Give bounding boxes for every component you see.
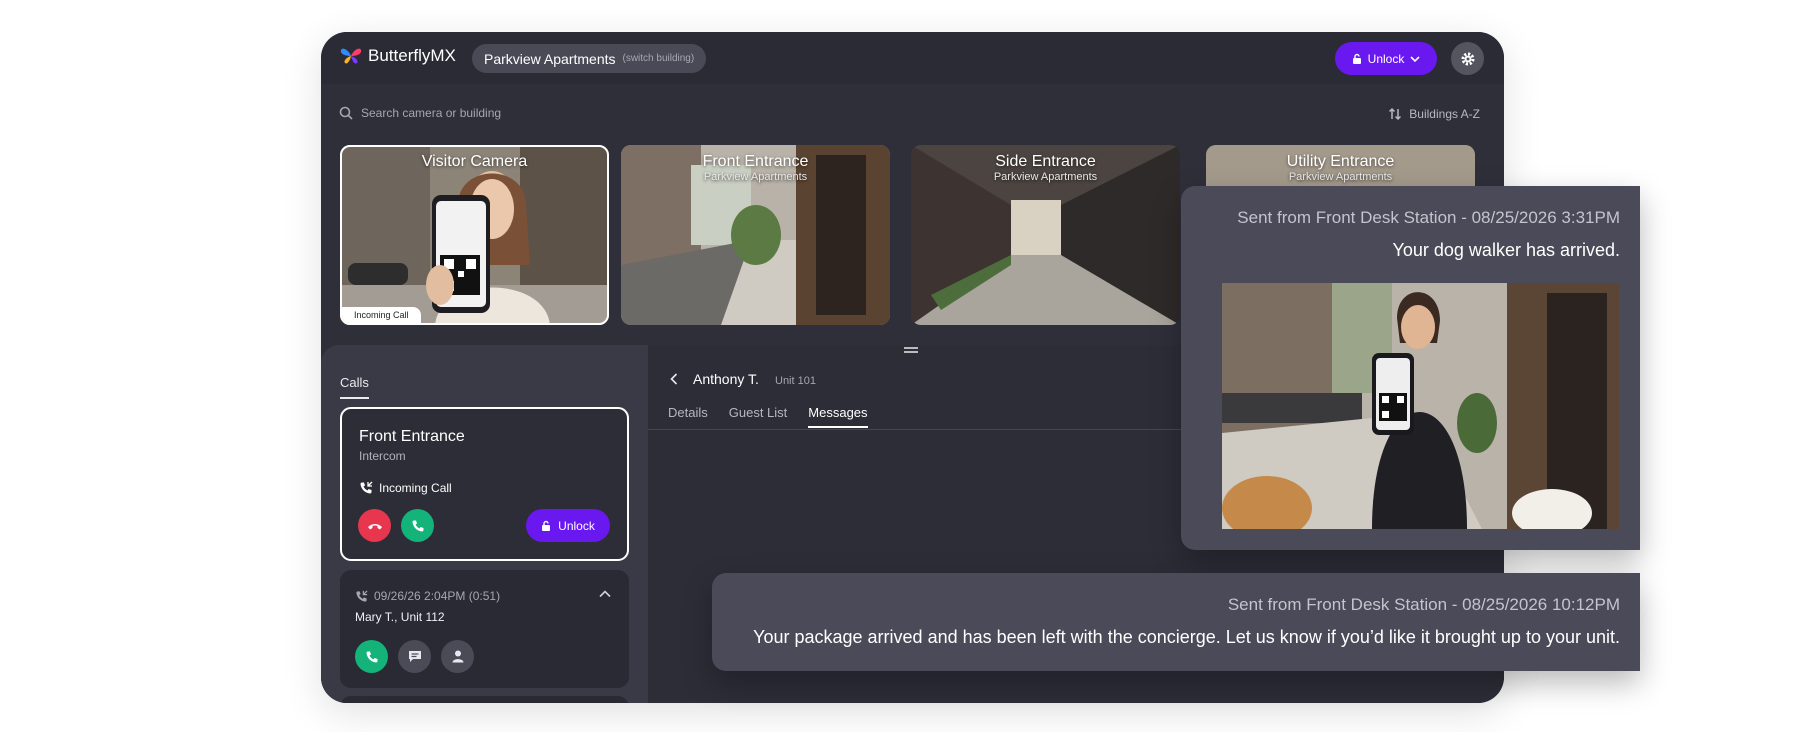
call-status-label: Incoming Call <box>379 481 452 495</box>
camera-search[interactable]: Search camera or building <box>339 106 501 120</box>
call-location: Front Entrance <box>359 428 465 445</box>
phone-incoming-icon <box>356 590 368 602</box>
tab-guest-list[interactable]: Guest List <box>729 405 788 428</box>
unlock-menu-button[interactable]: Unlock <box>1335 42 1437 75</box>
lock-icon <box>542 520 551 531</box>
brand-name: ButterflyMX <box>368 46 456 65</box>
sort-button[interactable]: Buildings A-Z <box>1388 107 1480 121</box>
camera-subtitle: Parkview Apartments <box>993 171 1098 183</box>
incoming-call-badge: Incoming Call <box>342 307 421 323</box>
building-switcher[interactable]: Parkview Apartments (switch building) <box>472 44 707 73</box>
switch-building-label: (switch building) <box>622 53 695 64</box>
settings-button[interactable] <box>1451 42 1484 75</box>
phone-icon <box>366 651 377 662</box>
visitor-camera-feed <box>340 145 609 325</box>
call-history-meta: 09/26/26 2:04PM (0:51) <box>355 589 500 603</box>
conversation-tabs: Details Guest List Messages <box>668 405 868 428</box>
active-call-card[interactable]: Front Entrance Intercom Incoming Call Un… <box>340 407 629 561</box>
call-type: Intercom <box>359 449 406 463</box>
message-button[interactable] <box>398 640 431 673</box>
phone-icon <box>412 520 423 531</box>
lock-icon <box>1352 53 1361 64</box>
building-name: Parkview Apartments <box>484 50 616 67</box>
camera-tile-visitor[interactable]: Visitor Camera Incoming Call <box>340 145 609 325</box>
message-text: Your dog walker has arrived. <box>1392 240 1620 260</box>
call-history-item[interactable] <box>340 696 629 703</box>
unlock-door-button[interactable]: Unlock <box>526 509 610 542</box>
call-history-time: 09/26/26 2:04PM (0:51) <box>374 589 501 603</box>
call-history-caller: Mary T., Unit 112 <box>355 610 445 624</box>
camera-tile-side-entrance[interactable]: Side Entrance Parkview Apartments <box>911 145 1180 325</box>
call-back-button[interactable] <box>355 640 388 673</box>
gear-icon <box>1461 52 1474 65</box>
camera-title: Front Entrance <box>702 153 809 170</box>
message-icon <box>408 651 421 662</box>
chevron-down-icon <box>1410 55 1420 62</box>
resident-name: Anthony T. <box>693 371 759 387</box>
camera-title: Utility Entrance <box>1286 153 1395 170</box>
sort-icon <box>1389 107 1402 121</box>
message-text: Your package arrived and has been left w… <box>753 627 1620 647</box>
message-meta: Sent from Front Desk Station - 08/25/202… <box>1237 208 1620 227</box>
top-bar: ButterflyMX Parkview Apartments (switch … <box>321 32 1504 84</box>
unlock-label: Unlock <box>1367 51 1405 66</box>
butterfly-logo-icon <box>340 48 362 64</box>
camera-tile-front-entrance[interactable]: Front Entrance Parkview Apartments <box>621 145 890 325</box>
camera-subtitle: Parkview Apartments <box>1288 171 1393 183</box>
brand-logo[interactable]: ButterflyMX <box>340 46 456 66</box>
resident-unit: Unit 101 <box>775 375 816 387</box>
dog-walker-photo <box>1222 283 1619 529</box>
camera-title: Visitor Camera <box>421 153 528 170</box>
message-photo[interactable] <box>1222 283 1619 529</box>
sort-label: Buildings A-Z <box>1409 107 1480 121</box>
calls-pane: Calls Front Entrance Intercom Incoming C… <box>321 345 648 703</box>
search-placeholder: Search camera or building <box>361 106 502 120</box>
accept-call-button[interactable] <box>401 509 434 542</box>
call-status: Incoming Call <box>359 481 452 495</box>
phone-incoming-icon <box>360 481 373 494</box>
camera-subtitle: Parkview Apartments <box>703 171 808 183</box>
message-bubble: Sent from Front Desk Station - 08/25/202… <box>712 573 1640 671</box>
message-meta: Sent from Front Desk Station - 08/25/202… <box>1227 595 1620 614</box>
call-history-item[interactable]: 09/26/26 2:04PM (0:51) Mary T., Unit 112 <box>340 570 629 688</box>
hangup-icon <box>367 523 382 529</box>
unlock-label: Unlock <box>558 518 595 533</box>
chevron-up-icon[interactable] <box>599 590 611 598</box>
tab-details[interactable]: Details <box>668 405 708 428</box>
profile-button[interactable] <box>441 640 474 673</box>
message-bubble: Sent from Front Desk Station - 08/25/202… <box>1181 186 1640 550</box>
camera-title: Side Entrance <box>995 153 1096 170</box>
search-icon <box>339 106 353 120</box>
tab-messages[interactable]: Messages <box>808 405 868 428</box>
tab-calls[interactable]: Calls <box>340 375 369 399</box>
decline-call-button[interactable] <box>358 509 391 542</box>
back-icon[interactable] <box>670 373 678 385</box>
person-icon <box>452 650 463 663</box>
